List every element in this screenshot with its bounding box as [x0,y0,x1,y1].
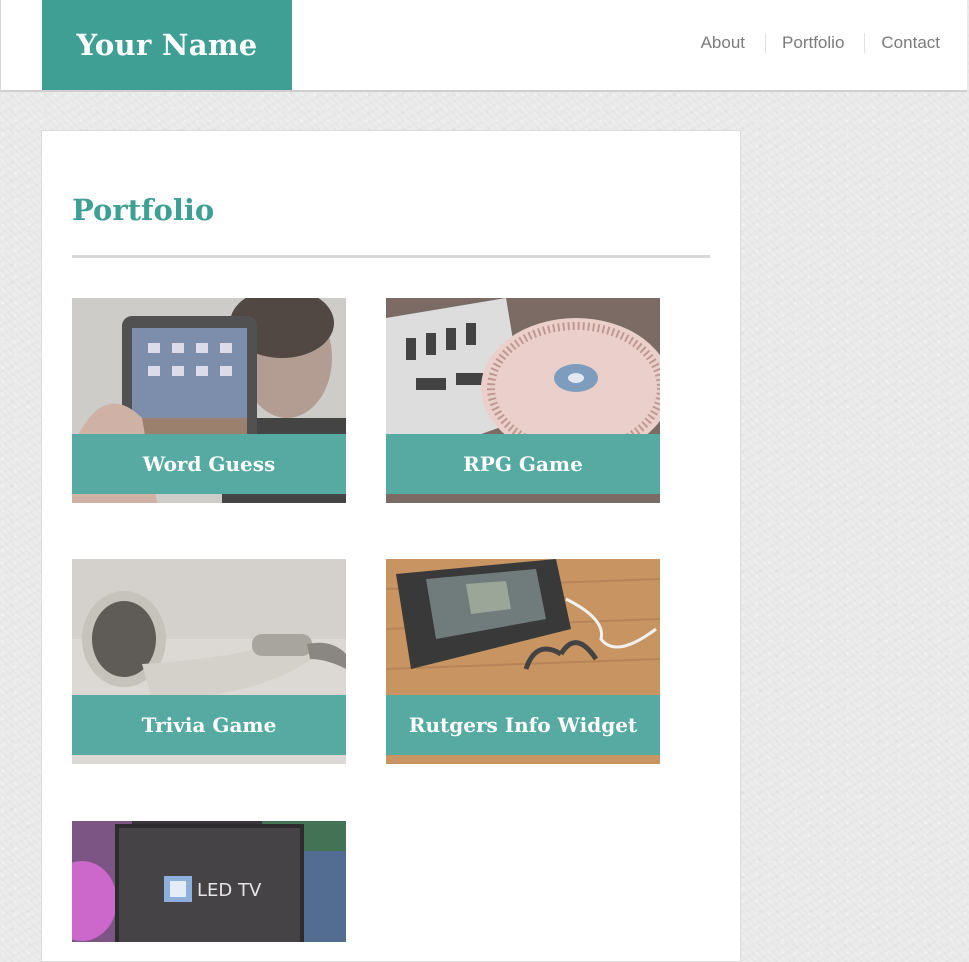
project-caption: RPG Game [386,434,660,494]
top-navbar: Your Name About Portfolio Contact [0,0,967,92]
project-tile-word-guess[interactable]: Word Guess [72,298,346,503]
project-tile-trivia-game[interactable]: Trivia Game [72,559,346,764]
project-tile-led-tv[interactable]: LED TV [72,821,346,942]
nav-link-contact[interactable]: Contact [864,33,940,53]
title-divider [72,255,710,258]
led-tv-screen-image: LED TV [72,821,346,942]
nav-link-portfolio[interactable]: Portfolio [765,33,844,53]
project-caption: Word Guess [72,434,346,494]
project-tile-rpg-game[interactable]: RPG Game [386,298,660,503]
svg-text:LED TV: LED TV [197,880,262,901]
main-nav: About Portfolio Contact [701,32,940,54]
nav-link-about[interactable]: About [701,33,745,53]
project-caption: Trivia Game [72,695,346,755]
project-caption: Rutgers Info Widget [386,695,660,755]
portfolio-card: Portfolio Word Guess RPG Game Trivia Gam… [41,130,741,962]
brand-logo[interactable]: Your Name [42,0,292,90]
project-tile-rutgers-info-widget[interactable]: Rutgers Info Widget [386,559,660,764]
page-title: Portfolio [72,193,215,227]
